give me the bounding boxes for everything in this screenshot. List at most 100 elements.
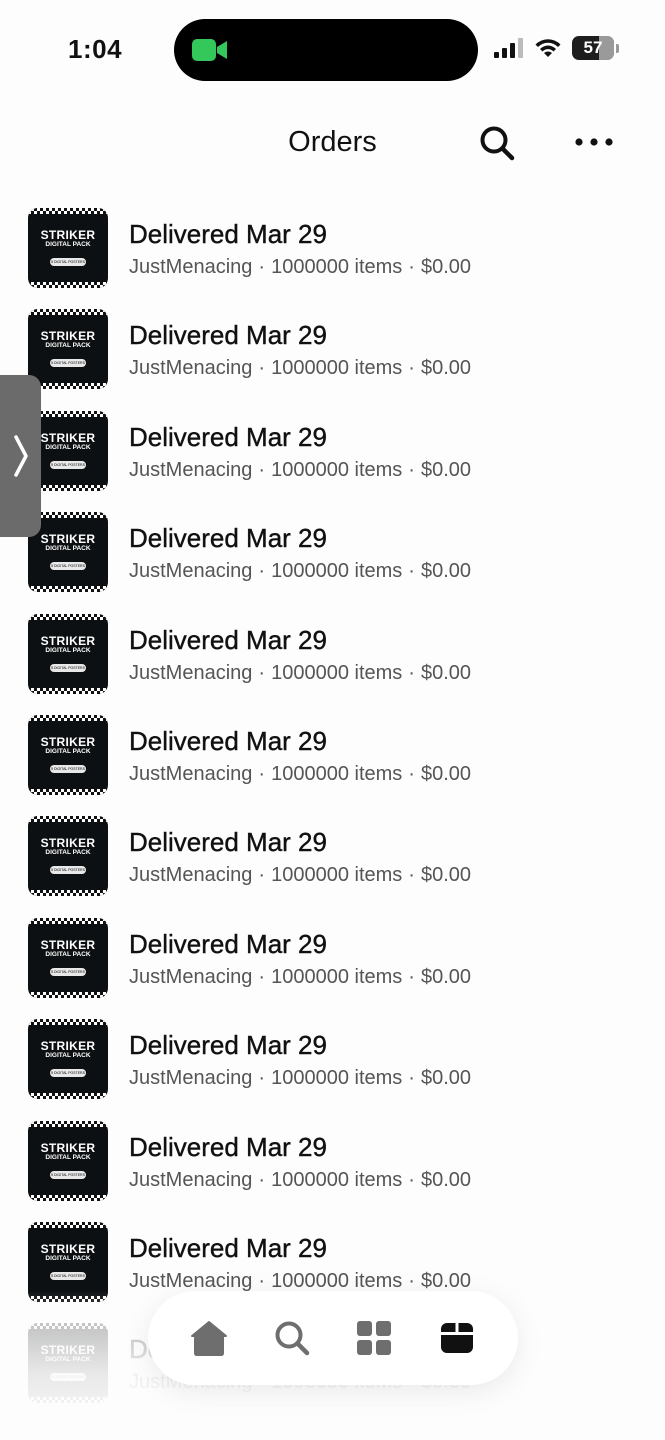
checker-border xyxy=(28,208,108,214)
order-status: Delivered Mar 29 xyxy=(129,1232,327,1263)
order-row[interactable]: STRIKER DIGITAL PACK 5 DIGITAL POSTERS D… xyxy=(0,1017,665,1118)
tab-home[interactable] xyxy=(181,1310,237,1366)
order-row[interactable]: STRIKER DIGITAL PACK 5 DIGITAL POSTERS D… xyxy=(0,510,665,611)
thumbnail-title: STRIKER xyxy=(40,633,96,648)
order-item-count: 1000000 items xyxy=(271,661,403,684)
thumbnail-subtitle: DIGITAL PACK xyxy=(45,1254,91,1262)
facetime-video-icon xyxy=(192,39,227,61)
order-item-count: 1000000 items xyxy=(271,560,403,583)
order-details: JustMenacing·1000000 items·$0.00 xyxy=(129,1169,471,1192)
order-item-count: 1000000 items xyxy=(271,965,403,988)
order-seller: JustMenacing xyxy=(129,357,253,380)
page-title: Orders xyxy=(288,126,377,158)
checker-border xyxy=(28,687,108,694)
order-item-count: 1000000 items xyxy=(271,762,403,785)
order-item-count: 1000000 items xyxy=(271,1067,403,1090)
order-row[interactable]: STRIKER DIGITAL PACK 5 DIGITAL POSTERS D… xyxy=(0,409,665,510)
order-item-count: 1000000 items xyxy=(271,458,403,481)
thumbnail-badge: 5 DIGITAL POSTERS xyxy=(50,359,86,368)
order-details: JustMenacing·1000000 items·$0.00 xyxy=(129,256,471,279)
order-price: $0.00 xyxy=(420,864,472,887)
product-thumbnail: STRIKER DIGITAL PACK 5 DIGITAL POSTERS xyxy=(28,816,108,897)
thumbnail-subtitle: DIGITAL PACK xyxy=(45,241,91,248)
checker-border xyxy=(28,1194,108,1201)
order-item-count: 1000000 items xyxy=(271,357,403,380)
thumbnail-subtitle: DIGITAL PACK xyxy=(45,1153,91,1161)
order-row[interactable]: STRIKER DIGITAL PACK 5 DIGITAL POSTERS D… xyxy=(0,814,665,915)
status-icons: 57 xyxy=(494,36,619,60)
grid-icon xyxy=(357,1321,392,1355)
home-icon xyxy=(191,1321,228,1356)
thumbnail-title: STRIKER xyxy=(40,836,96,851)
order-row[interactable]: STRIKER DIGITAL PACK 5 DIGITAL POSTERS D… xyxy=(0,916,665,1017)
side-panel-handle[interactable] xyxy=(0,375,41,537)
order-seller: JustMenacing xyxy=(129,661,253,684)
orders-screen: 1:04 57 Orders STRIKER DIGITAL PACK 5 DI… xyxy=(0,0,665,1440)
more-horizontal-icon[interactable] xyxy=(574,136,614,148)
separator: · xyxy=(408,762,415,785)
checker-border xyxy=(28,991,108,998)
thumbnail-badge: 5 DIGITAL POSTERS xyxy=(50,663,86,672)
order-details: JustMenacing·1000000 items·$0.00 xyxy=(129,459,471,482)
order-seller: JustMenacing xyxy=(129,458,253,481)
order-status: Delivered Mar 29 xyxy=(129,1030,327,1061)
order-details: JustMenacing·1000000 items·$0.00 xyxy=(129,966,471,989)
order-details: JustMenacing·1000000 items·$0.00 xyxy=(129,357,471,380)
separator: · xyxy=(258,762,266,785)
order-item-count: 1000000 items xyxy=(271,1168,403,1191)
dynamic-island[interactable] xyxy=(174,19,478,81)
chevron-right-icon xyxy=(13,435,28,477)
tab-bar xyxy=(148,1291,518,1385)
checker-border xyxy=(28,613,108,620)
order-price: $0.00 xyxy=(420,1269,472,1292)
tab-shop[interactable] xyxy=(346,1310,402,1366)
order-row[interactable]: STRIKER DIGITAL PACK 5 DIGITAL POSTERS D… xyxy=(0,307,665,408)
separator: · xyxy=(258,965,266,988)
order-seller: JustMenacing xyxy=(129,864,253,887)
order-price: $0.00 xyxy=(420,1168,472,1191)
thumbnail-subtitle: DIGITAL PACK xyxy=(45,747,91,755)
order-row[interactable]: STRIKER DIGITAL PACK 5 DIGITAL POSTERS D… xyxy=(0,1119,665,1220)
separator: · xyxy=(408,458,415,481)
order-item-count: 1000000 items xyxy=(271,256,403,278)
order-row[interactable]: STRIKER DIGITAL PACK 5 DIGITAL POSTERS D… xyxy=(0,713,665,814)
order-seller: JustMenacing xyxy=(129,256,253,278)
search-icon[interactable] xyxy=(478,124,516,162)
order-price: $0.00 xyxy=(420,256,472,278)
orders-list: STRIKER DIGITAL PACK 5 DIGITAL POSTERS D… xyxy=(0,206,665,1423)
thumbnail-badge: 5 DIGITAL POSTERS xyxy=(50,1069,86,1078)
product-thumbnail: STRIKER DIGITAL PACK 5 DIGITAL POSTERS xyxy=(28,613,108,694)
separator: · xyxy=(408,965,415,988)
thumbnail-title: STRIKER xyxy=(40,1140,96,1155)
checker-border xyxy=(28,788,108,795)
order-price: $0.00 xyxy=(420,560,472,583)
wifi-icon xyxy=(535,39,561,57)
checker-border xyxy=(28,309,108,316)
order-row[interactable]: STRIKER DIGITAL PACK 5 DIGITAL POSTERS D… xyxy=(0,612,665,713)
order-status: Delivered Mar 29 xyxy=(129,1131,327,1162)
order-details: JustMenacing·1000000 items·$0.00 xyxy=(129,763,471,786)
order-status: Delivered Mar 29 xyxy=(129,928,327,959)
status-bar: 1:04 57 xyxy=(0,0,665,100)
separator: · xyxy=(258,661,266,684)
product-thumbnail: STRIKER DIGITAL PACK 5 DIGITAL POSTERS xyxy=(28,1019,108,1100)
order-row[interactable]: STRIKER DIGITAL PACK 5 DIGITAL POSTERS D… xyxy=(0,206,665,307)
battery-cap xyxy=(616,43,619,53)
separator: · xyxy=(408,1067,415,1090)
thumbnail-badge: 5 DIGITAL POSTERS xyxy=(50,258,86,266)
tab-orders[interactable] xyxy=(429,1310,485,1366)
product-thumbnail: STRIKER DIGITAL PACK 5 DIGITAL POSTERS xyxy=(28,208,108,288)
thumbnail-badge: 5 DIGITAL POSTERS xyxy=(50,1271,86,1280)
order-price: $0.00 xyxy=(420,1067,472,1090)
separator: · xyxy=(408,1269,415,1292)
tab-search[interactable] xyxy=(264,1310,320,1366)
thumbnail-subtitle: DIGITAL PACK xyxy=(45,1052,91,1060)
thumbnail-badge: 5 DIGITAL POSTERS xyxy=(50,866,86,875)
order-status: Delivered Mar 29 xyxy=(129,523,327,554)
nav-header: Orders xyxy=(0,110,665,176)
thumbnail-title: STRIKER xyxy=(40,329,96,344)
order-item-count: 1000000 items xyxy=(271,1269,403,1292)
order-status: Delivered Mar 29 xyxy=(129,421,327,452)
order-details: JustMenacing·1000000 items·$0.00 xyxy=(129,1067,471,1090)
thumbnail-title: STRIKER xyxy=(40,1241,96,1256)
